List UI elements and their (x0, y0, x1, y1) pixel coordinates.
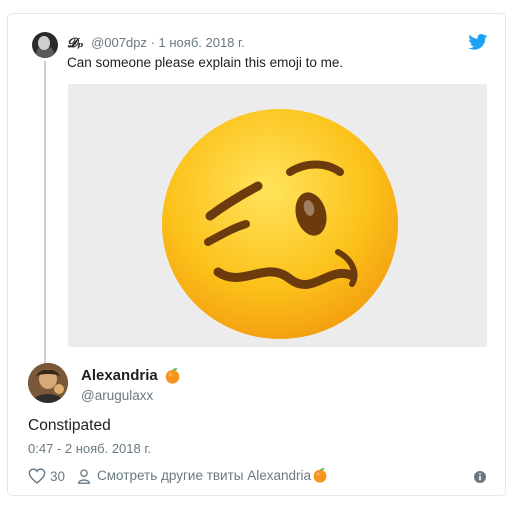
thread-connector-line (44, 61, 46, 379)
info-icon[interactable] (474, 471, 486, 483)
tweet-media-image[interactable] (68, 84, 487, 347)
embedded-tweet-card: 𝓓ₚ @007dpz · 1 нояб. 2018 г. Can someone… (7, 13, 506, 496)
reply-tweet-timestamp[interactable]: 0:47 - 2 нояб. 2018 г. (28, 441, 151, 456)
reply-author-name[interactable]: Alexandria (81, 367, 158, 384)
more-tweets-link[interactable]: Смотреть другие твиты Alexandria (97, 468, 328, 484)
tweet-actions-bar: 30 Смотреть другие твиты Alexandria (28, 468, 328, 485)
like-count[interactable]: 30 (50, 469, 65, 484)
woozy-face-emoji (68, 84, 487, 347)
parent-author-name[interactable]: 𝓓ₚ (67, 36, 83, 51)
parent-author-handle[interactable]: @007dpz (91, 35, 147, 50)
reply-author-name-row[interactable]: Alexandria (81, 367, 181, 385)
reply-tweet-text: Constipated (28, 417, 111, 434)
reply-author-handle[interactable]: @arugulaxx (81, 388, 153, 403)
parent-author-avatar[interactable] (32, 32, 58, 58)
tangerine-emoji-icon (313, 468, 327, 484)
more-tweets-link-label[interactable]: Смотреть другие твиты Alexandria (97, 468, 311, 483)
reply-author-avatar[interactable] (28, 363, 68, 403)
parent-tweet-header: 𝓓ₚ @007dpz · 1 нояб. 2018 г. (67, 35, 245, 51)
parent-tweet-text: Can someone please explain this emoji to… (67, 55, 344, 70)
person-icon[interactable] (77, 469, 91, 484)
header-separator: · (150, 35, 155, 50)
tangerine-emoji-icon (165, 367, 180, 384)
twitter-bird-icon[interactable] (468, 34, 488, 50)
parent-tweet-date[interactable]: 1 нояб. 2018 г. (159, 35, 245, 50)
heart-icon[interactable] (28, 468, 46, 485)
